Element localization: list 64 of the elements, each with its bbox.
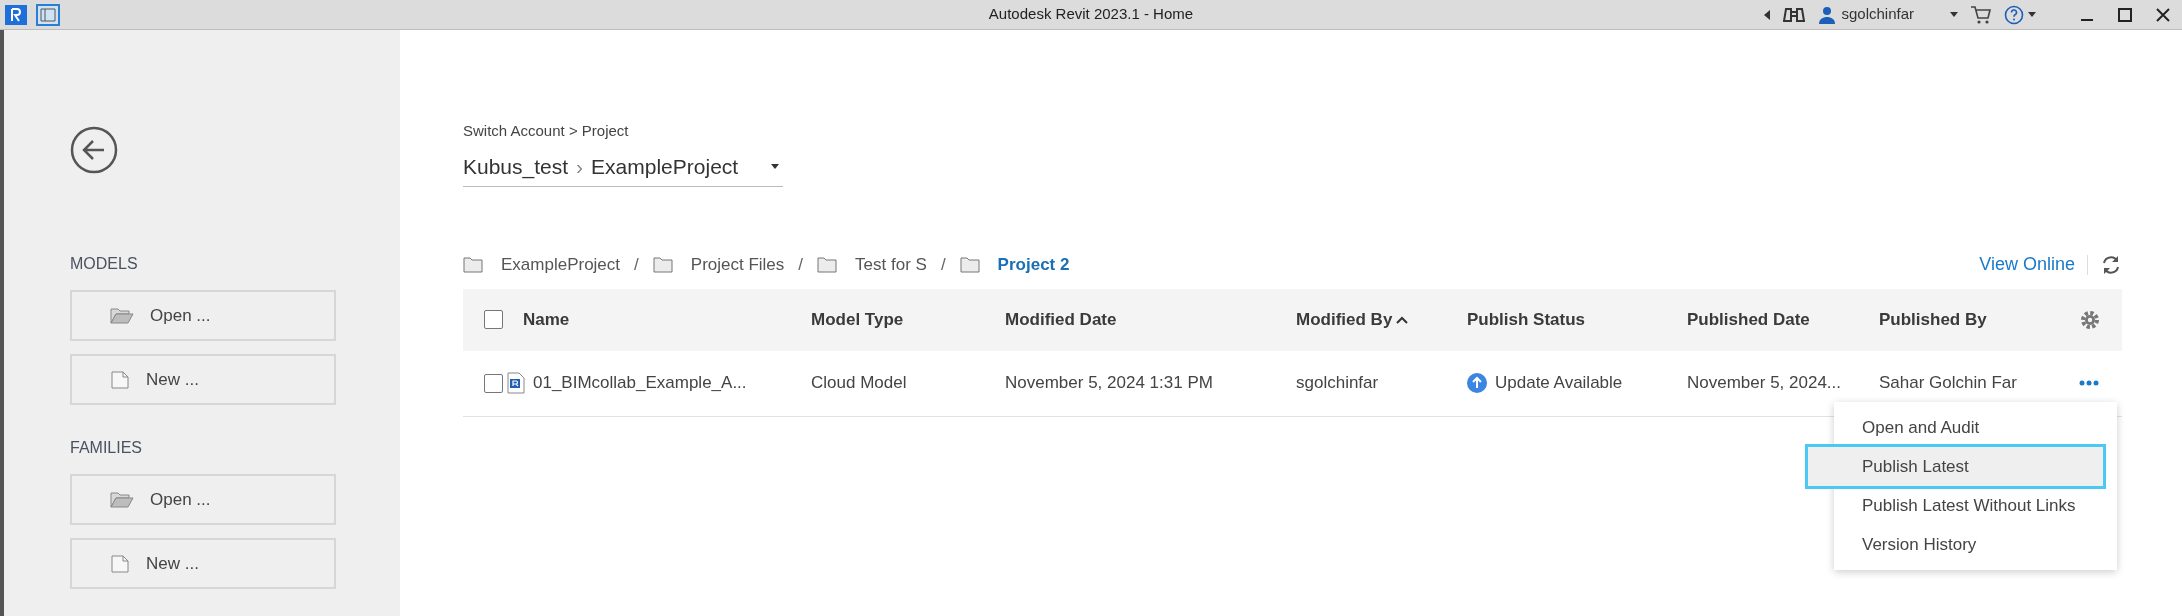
- folder-icon: [463, 256, 483, 273]
- caret-down-icon[interactable]: [1950, 11, 1958, 18]
- column-header[interactable]: Modified Date: [1005, 306, 1117, 333]
- folder-icon: [817, 256, 838, 273]
- more-options-icon[interactable]: [2079, 380, 2099, 386]
- table-cell-text: Update Available: [1495, 372, 1623, 395]
- open-button[interactable]: Open ...: [70, 474, 336, 525]
- caret-down-icon[interactable]: [771, 164, 779, 170]
- caret-left-icon[interactable]: [1763, 9, 1772, 20]
- table-cell-text: 01_BIMcollab_Example_A...: [533, 372, 747, 395]
- window-title: Autodesk Revit 2023.1 - Home: [988, 4, 1194, 25]
- column-header[interactable]: Published Date: [1687, 306, 1810, 333]
- back-icon[interactable]: [70, 126, 118, 174]
- maximize-icon[interactable]: [2118, 7, 2132, 22]
- user-icon[interactable]: [1817, 4, 1838, 25]
- caret-down-icon[interactable]: [2028, 11, 2036, 18]
- path-separator: /: [798, 253, 804, 276]
- upload-icon: [1467, 373, 1487, 393]
- column-header[interactable]: Published By: [1879, 306, 1987, 333]
- table-cell-text: Sahar Golchin Far: [1879, 372, 2017, 395]
- section-heading: MODELS: [70, 254, 139, 274]
- window-layout-icon[interactable]: [36, 3, 60, 26]
- project-selector[interactable]: Kubus_test › ExampleProject: [463, 148, 783, 187]
- folder-icon: [652, 256, 673, 273]
- new-button[interactable]: New ...: [70, 538, 336, 589]
- view-online-link[interactable]: View Online: [1979, 251, 2075, 278]
- path-separator: /: [940, 253, 946, 276]
- folder-link[interactable]: Project Files: [690, 251, 785, 278]
- checkbox[interactable]: [484, 373, 503, 393]
- column-header[interactable]: Modified By: [1296, 306, 1409, 333]
- path-separator: /: [634, 253, 639, 276]
- model-file-icon: [507, 372, 525, 394]
- folder-icon: [959, 256, 980, 273]
- table-cell-text: sgolchinfar: [1296, 372, 1379, 395]
- app-logo-icon[interactable]: [4, 3, 28, 26]
- folder-icon: [110, 306, 134, 325]
- user-name[interactable]: sgolchinfar: [1841, 3, 1914, 26]
- menu-item[interactable]: Publish Latest Without Links: [1834, 486, 2117, 525]
- settings-icon[interactable]: [2079, 308, 2101, 331]
- column-header[interactable]: Name: [523, 306, 570, 333]
- table-cell-text: Cloud Model: [811, 372, 907, 395]
- column-header[interactable]: Model Type: [811, 306, 904, 333]
- folder-link[interactable]: ExampleProject: [501, 251, 621, 278]
- open-button[interactable]: Open ...: [70, 290, 336, 341]
- column-header[interactable]: Publish Status: [1467, 306, 1586, 333]
- help-icon[interactable]: [2004, 4, 2024, 25]
- menu-item[interactable]: Version History: [1834, 525, 2117, 564]
- table-cell-text: November 5, 2024 1:31 PM: [1005, 372, 1213, 395]
- close-icon[interactable]: [2156, 7, 2170, 22]
- menu-item[interactable]: Publish Latest: [1808, 447, 2103, 486]
- account-breadcrumb[interactable]: Switch Account > Project: [463, 120, 2122, 143]
- page-icon: [110, 369, 130, 390]
- refresh-icon[interactable]: [2100, 253, 2122, 276]
- cart-icon[interactable]: [1970, 4, 1992, 25]
- folder-link[interactable]: Test for S: [855, 251, 927, 278]
- folder-link[interactable]: Project 2: [997, 251, 1070, 278]
- section-heading: FAMILIES: [70, 438, 144, 458]
- new-button[interactable]: New ...: [70, 354, 336, 405]
- page-icon: [110, 553, 130, 574]
- binoculars-icon[interactable]: [1783, 5, 1806, 24]
- table-cell-text: November 5, 2024...: [1687, 372, 1842, 395]
- sort-up-icon: [1396, 315, 1409, 324]
- folder-icon: [110, 490, 134, 509]
- checkbox[interactable]: [484, 310, 503, 329]
